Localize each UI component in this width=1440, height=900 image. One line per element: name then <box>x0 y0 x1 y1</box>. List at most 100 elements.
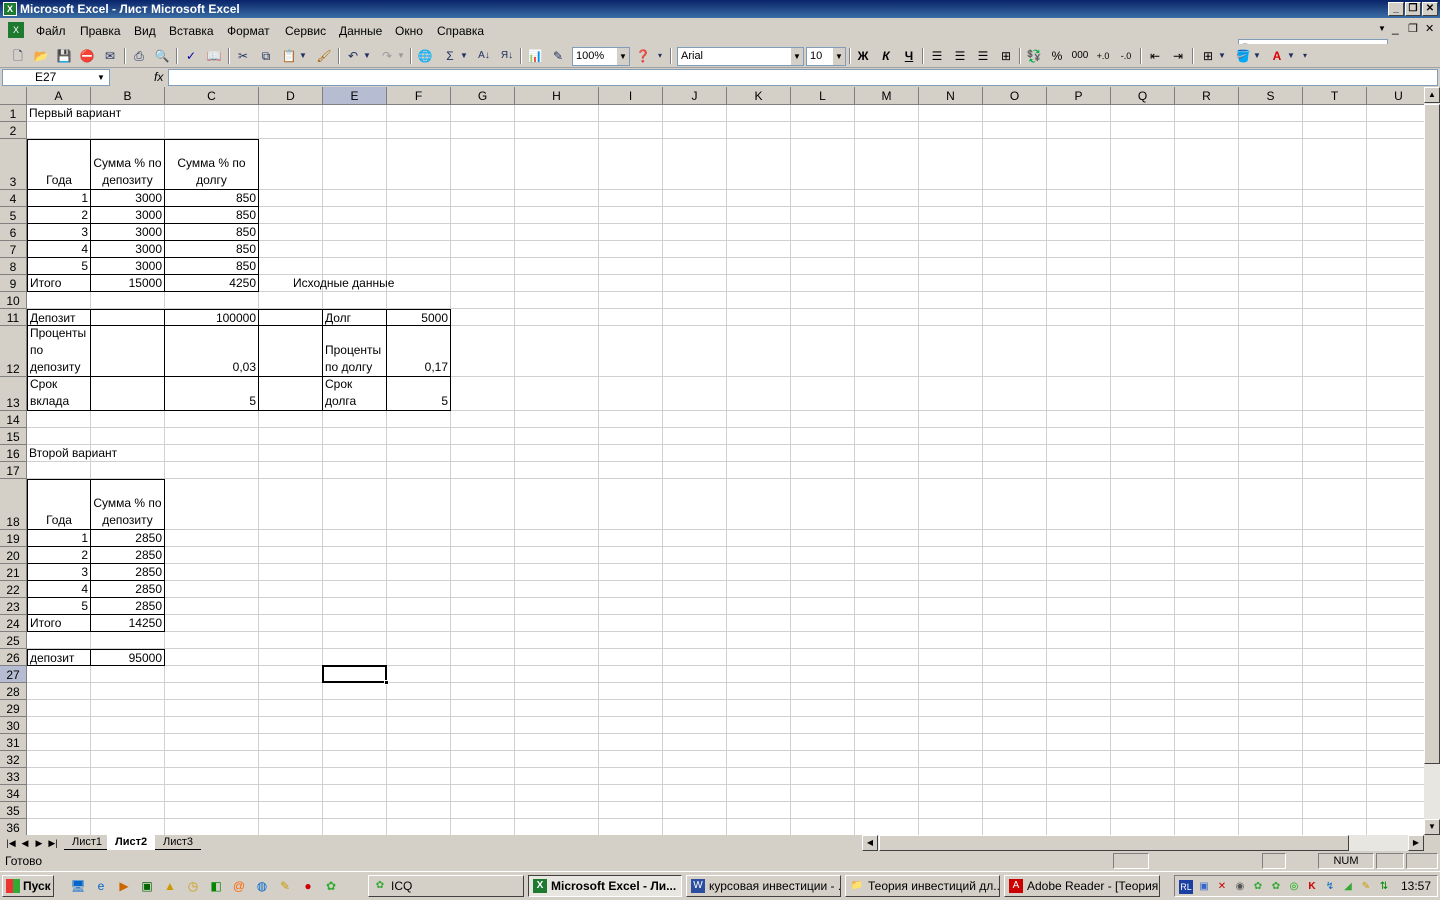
row-header-10[interactable]: 10 <box>0 292 27 309</box>
spreadsheet-grid[interactable]: A B C D E F G H I J K L M N O P Q R S T U 1 2 3 4 5 6 7 8 9 10 11 12 13 14… <box>0 87 1424 835</box>
row-header-32[interactable]: 32 <box>0 751 27 768</box>
align-center-icon[interactable]: ☰ <box>950 47 970 65</box>
menu-data[interactable]: Данные <box>339 24 382 38</box>
tray-app-icon[interactable]: ◉ <box>1233 880 1247 894</box>
decrease-indent-icon[interactable]: ⇤ <box>1145 47 1165 65</box>
cell-b24[interactable]: 14250 <box>91 615 165 632</box>
name-box-dropdown-icon[interactable]: ▼ <box>97 73 105 82</box>
copy-icon[interactable]: ⧉ <box>256 47 276 65</box>
doc-restore-button[interactable]: ❐ <box>1408 22 1418 35</box>
underline-button[interactable]: Ч <box>899 47 919 65</box>
row-header-13[interactable]: 13 <box>0 377 27 411</box>
column-header-u[interactable]: U <box>1367 87 1424 105</box>
undo-dropdown-icon[interactable]: ▼ <box>362 47 372 65</box>
menu-help[interactable]: Справка <box>437 24 484 38</box>
cell-a4[interactable]: 1 <box>27 190 91 207</box>
workbook-icon[interactable]: X <box>8 22 24 38</box>
row-header-26[interactable]: 26 <box>0 649 27 666</box>
cell-c9[interactable]: 4250 <box>165 275 259 292</box>
cell-a7[interactable]: 4 <box>27 241 91 258</box>
cell-b11[interactable] <box>91 309 165 326</box>
permission-icon[interactable]: ⛔ <box>77 47 97 65</box>
cell-b8[interactable]: 3000 <box>91 258 165 275</box>
cell-a1[interactable]: Первый вариант <box>27 105 121 122</box>
row-header-22[interactable]: 22 <box>0 581 27 598</box>
cell-a6[interactable]: 3 <box>27 224 91 241</box>
row-header-18[interactable]: 18 <box>0 479 27 530</box>
ask-dropdown-icon[interactable]: ▼ <box>1378 24 1386 33</box>
column-header-e[interactable]: E <box>323 87 387 105</box>
selected-cell-outline[interactable] <box>322 665 389 685</box>
menu-window[interactable]: Окно <box>395 24 423 38</box>
row-header-27[interactable]: 27 <box>0 666 27 683</box>
cell-b18[interactable]: Сумма % по депозиту <box>91 479 165 530</box>
ie-icon[interactable]: e <box>93 878 109 894</box>
cell-a3[interactable]: Года <box>27 139 91 190</box>
row-header-17[interactable]: 17 <box>0 462 27 479</box>
undo-icon[interactable]: ↶ <box>343 47 363 65</box>
tray-app-icon[interactable]: ⇅ <box>1377 880 1391 894</box>
column-header-f[interactable]: F <box>387 87 451 105</box>
chart-wizard-icon[interactable]: 📊 <box>525 47 545 65</box>
doc-minimize-button[interactable]: _ <box>1392 21 1399 35</box>
row-header-8[interactable]: 8 <box>0 258 27 275</box>
currency-icon[interactable]: 💱 <box>1024 47 1044 65</box>
print-icon[interactable]: ⎙ <box>129 47 149 65</box>
cell-e13[interactable]: Срок долга <box>323 377 387 411</box>
new-icon[interactable]: 🗋 <box>8 47 28 65</box>
insert-function-icon[interactable]: fx <box>154 70 163 84</box>
spelling-icon[interactable]: ✓ <box>181 47 201 65</box>
cell-b9[interactable]: 15000 <box>91 275 165 292</box>
row-header-11[interactable]: 11 <box>0 309 27 326</box>
scroll-down-icon[interactable]: ▼ <box>1424 819 1440 835</box>
cell-e11[interactable]: Долг <box>323 309 387 326</box>
cell-b7[interactable]: 3000 <box>91 241 165 258</box>
cell-a21[interactable]: 3 <box>27 564 91 581</box>
column-header-m[interactable]: M <box>855 87 919 105</box>
cut-icon[interactable]: ✂ <box>233 47 253 65</box>
cell-d9[interactable]: Исходные данные <box>259 275 459 292</box>
cell-f13[interactable]: 5 <box>387 377 451 411</box>
sheet-tab-1[interactable]: Лист1 <box>64 835 111 850</box>
font-size-dropdown-icon[interactable]: ▼ <box>833 48 845 65</box>
cell-a23[interactable]: 5 <box>27 598 91 615</box>
cell-c6[interactable]: 850 <box>165 224 259 241</box>
row-header-20[interactable]: 20 <box>0 547 27 564</box>
taskbar-button-folder[interactable]: 📁 Теория инвестиций дл... <box>845 875 1000 897</box>
app-icon[interactable]: ◍ <box>254 878 270 894</box>
column-header-g[interactable]: G <box>451 87 515 105</box>
cell-b12[interactable] <box>91 326 165 377</box>
column-header-c[interactable]: C <box>165 87 259 105</box>
autosum-dropdown-icon[interactable]: ▼ <box>459 47 469 65</box>
cell-a26[interactable]: депозит <box>27 649 91 666</box>
email-icon[interactable]: ✉ <box>100 47 120 65</box>
borders-icon[interactable]: ⊞ <box>1198 47 1218 65</box>
paste-dropdown-icon[interactable]: ▼ <box>298 47 308 65</box>
align-right-icon[interactable]: ☰ <box>973 47 993 65</box>
desktop-icon[interactable]: 🖥 <box>70 878 86 894</box>
print-preview-icon[interactable]: 🔍 <box>152 47 172 65</box>
cell-d13[interactable] <box>259 377 323 411</box>
cell-b20[interactable]: 2850 <box>91 547 165 564</box>
italic-button[interactable]: К <box>876 47 896 65</box>
tray-app-icon[interactable]: ◢ <box>1341 880 1355 894</box>
menu-file[interactable]: Файл <box>36 24 66 38</box>
prev-sheet-icon[interactable]: ◀ <box>18 836 32 850</box>
cell-c4[interactable]: 850 <box>165 190 259 207</box>
cell-a11[interactable]: Депозит <box>27 309 91 326</box>
icq-quick-icon[interactable]: ✿ <box>323 878 339 894</box>
row-header-29[interactable]: 29 <box>0 700 27 717</box>
cell-c3[interactable]: Сумма % по долгу <box>165 139 259 190</box>
row-header-7[interactable]: 7 <box>0 241 27 258</box>
tray-app-icon[interactable]: ↯ <box>1323 880 1337 894</box>
row-header-2[interactable]: 2 <box>0 122 27 139</box>
select-all-corner[interactable] <box>0 87 27 105</box>
redo-icon[interactable]: ↷ <box>377 47 397 65</box>
cell-d11[interactable] <box>259 309 323 326</box>
column-header-i[interactable]: I <box>599 87 663 105</box>
column-header-j[interactable]: J <box>663 87 727 105</box>
app-icon[interactable]: ▣ <box>139 878 155 894</box>
cell-a13[interactable]: Срок вклада <box>27 377 91 411</box>
excel-app-icon[interactable]: X <box>3 2 17 16</box>
row-header-4[interactable]: 4 <box>0 190 27 207</box>
